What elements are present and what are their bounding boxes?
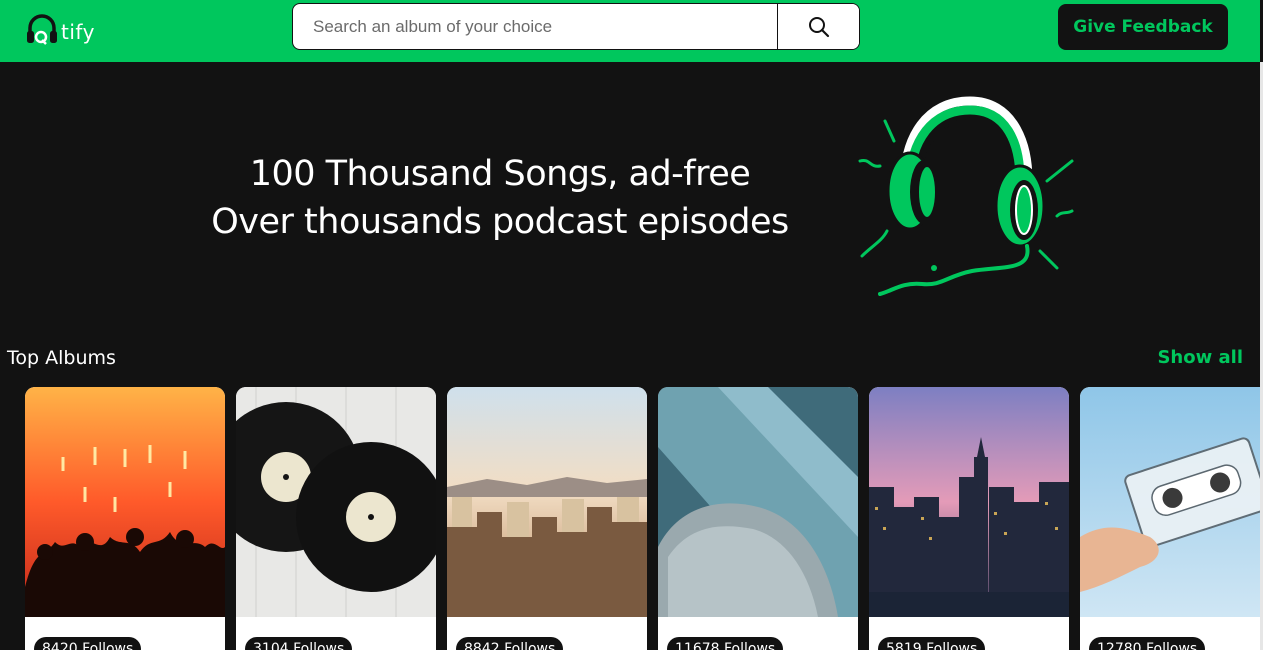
follows-count: 8420 Follows	[34, 637, 142, 650]
headphones-illustration	[852, 96, 1082, 305]
hero-headline: 100 Thousand Songs, ad-free Over thousan…	[160, 150, 840, 246]
give-feedback-button[interactable]: Give Feedback	[1058, 4, 1228, 50]
follows-count: 8842 Follows	[456, 637, 564, 650]
hero-line-2: Over thousands podcast episodes	[211, 202, 789, 242]
headphones-icon	[27, 14, 57, 45]
hero-line-1: 100 Thousand Songs, ad-free	[249, 154, 751, 194]
logo-text: tify	[61, 20, 95, 44]
album-card[interactable]: 5819 Follows	[869, 387, 1069, 650]
album-card[interactable]: 3104 Follows	[236, 387, 436, 650]
show-all-link[interactable]: Show all	[1157, 347, 1243, 368]
search-icon	[808, 16, 829, 37]
follows-count: 3104 Follows	[245, 637, 353, 650]
album-card[interactable]: 8420 Follows	[25, 387, 225, 650]
logo[interactable]: tify	[26, 9, 95, 47]
search-button[interactable]	[777, 4, 859, 49]
follows-count: 11678 Follows	[667, 637, 784, 650]
album-card[interactable]: 8842 Follows	[447, 387, 647, 650]
album-cover-image	[1080, 387, 1263, 617]
album-cover-image	[25, 387, 225, 617]
album-card[interactable]: 11678 Follows	[658, 387, 858, 650]
search-input[interactable]	[293, 4, 777, 49]
search-bar	[292, 3, 860, 50]
album-card[interactable]: 12780 Follows	[1080, 387, 1263, 650]
album-cover-image	[869, 387, 1069, 617]
album-cover-image	[447, 387, 647, 617]
navbar: tify Give Feedback	[0, 0, 1260, 62]
album-cover-image	[236, 387, 436, 617]
follows-count: 5819 Follows	[878, 637, 986, 650]
album-cover-image	[658, 387, 858, 617]
section-title-top-albums: Top Albums	[7, 347, 116, 369]
follows-count: 12780 Follows	[1089, 637, 1206, 650]
